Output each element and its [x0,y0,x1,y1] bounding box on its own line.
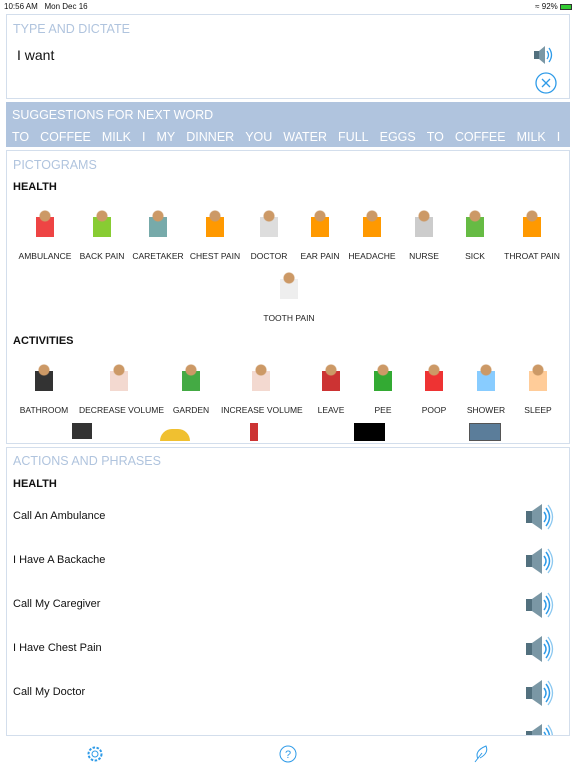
suggestion-word[interactable]: I [142,130,145,144]
pictogram-tooth-pain[interactable]: TOOTH PAIN [249,269,329,323]
phrase-row[interactable]: I Have A Backache [7,540,569,584]
phrase-row-partial[interactable] [7,716,569,735]
pictogram-partial[interactable] [469,423,501,441]
speaker-icon[interactable] [525,546,555,581]
suggestion-word[interactable]: MY [157,130,176,144]
pictogram-label: THROAT PAIN [504,251,560,261]
suggestion-word[interactable]: I [557,130,560,144]
pictogram-partial[interactable] [72,423,92,439]
panel-title: ACTIONS AND PHRASES [13,454,161,468]
phrase-text: Call My Caregiver [13,598,101,610]
suggestion-word[interactable]: EGGS [380,130,416,144]
actions-panel: ACTIONS AND PHRASES HEALTH Call An Ambul… [6,447,570,736]
pictograms-panel: PICTOGRAMS HEALTH AMBULANCE BACK PAIN CARE… [6,150,570,444]
pictogram-label: INCREASE VOLUME [221,405,303,415]
speaker-icon[interactable] [525,590,555,625]
pictogram-image [457,207,493,243]
pictogram-image [101,361,137,397]
section-health: HEALTH [13,181,57,193]
svg-text:?: ? [285,749,291,761]
pictogram-partial[interactable] [250,423,258,441]
pictogram-image [271,269,307,305]
pictogram-decrease-volume[interactable]: DECREASE VOLUME [79,361,165,415]
suggestion-list: TO COFFEE MILK I MY DINNER YOU WATER FULL EGGS TO C… [12,130,570,144]
time: 10:56 AM [4,2,38,11]
pictogram-image [173,361,209,397]
speaker-icon[interactable] [525,502,555,537]
pictogram-image [514,207,550,243]
pictogram-throat-pain[interactable]: THROAT PAIN [492,207,569,261]
panel-title: PICTOGRAMS [13,158,97,172]
pictogram-label: TOOTH PAIN [263,313,315,323]
dictation-text[interactable]: I want [17,47,54,63]
date: Mon Dec 16 [44,2,88,11]
pictogram-image [140,207,176,243]
phrase-row[interactable]: Call My Caregiver [7,584,569,628]
suggestion-word[interactable]: YOU [245,130,272,144]
gear-icon[interactable] [86,745,104,768]
pictogram-partial[interactable] [160,429,190,441]
suggestions-bar: SUGGESTIONS FOR NEXT WORD TO COFFEE MILK I M… [6,102,570,147]
phrase-row[interactable]: Call An Ambulance [7,496,569,540]
speaker-icon[interactable] [525,634,555,669]
suggestion-word[interactable]: FULL [338,130,369,144]
suggestion-word[interactable]: COFFEE [40,130,91,144]
phrase-text: I Have A Backache [13,554,106,566]
close-circle-icon[interactable] [535,72,557,99]
help-icon[interactable]: ? [279,745,297,768]
phrase-text: Call My Doctor [13,686,86,698]
suggestion-word[interactable]: MILK [102,130,131,144]
pictogram-image [26,361,62,397]
type-dictate-panel: TYPE AND DICTATE I want [6,14,570,99]
pictogram-label: BATHROOM [19,405,69,415]
pictogram-label: DECREASE VOLUME [79,405,165,415]
panel-title: TYPE AND DICTATE [13,22,130,36]
phrase-row[interactable]: I Have Chest Pain [7,628,569,672]
section-health: HEALTH [13,478,57,490]
pictogram-partial[interactable] [354,423,385,441]
phrase-row[interactable]: Call My Doctor [7,672,569,716]
pictogram-sleep[interactable]: SLEEP [498,361,569,415]
pictogram-image [520,361,556,397]
suggestion-word[interactable]: COFFEE [455,130,506,144]
battery-level: 92% [541,2,558,11]
suggestion-word[interactable]: TO [427,130,444,144]
pictogram-image [84,207,120,243]
pictogram-label: GARDEN [172,405,210,415]
suggestion-word[interactable]: MILK [517,130,546,144]
pictogram-label: SLEEP [524,405,552,415]
suggestion-word[interactable]: WATER [283,130,327,144]
status-time: 10:56 AM Mon Dec 16 [4,2,88,11]
pictogram-bathroom[interactable]: BATHROOM [7,361,84,415]
feather-icon[interactable] [472,745,490,768]
pictogram-image [243,361,279,397]
pictogram-image [197,207,233,243]
phrase-text: Call An Ambulance [13,510,106,522]
phrase-text: I Have Chest Pain [13,642,102,654]
section-activities: ACTIVITIES [13,335,74,347]
suggestion-word[interactable]: DINNER [186,130,234,144]
suggestions-title: SUGGESTIONS FOR NEXT WORD [12,108,214,122]
speaker-icon[interactable] [525,678,555,713]
speaker-icon[interactable] [533,45,557,70]
suggestion-word[interactable]: TO [12,130,29,144]
pictogram-increase-volume[interactable]: INCREASE VOLUME [221,361,303,415]
status-right: ≈ 92% [535,2,572,11]
battery-icon [560,3,572,10]
speaker-icon[interactable] [525,722,555,735]
pictogram-garden[interactable]: GARDEN [151,361,231,415]
pictogram-image [27,207,63,243]
